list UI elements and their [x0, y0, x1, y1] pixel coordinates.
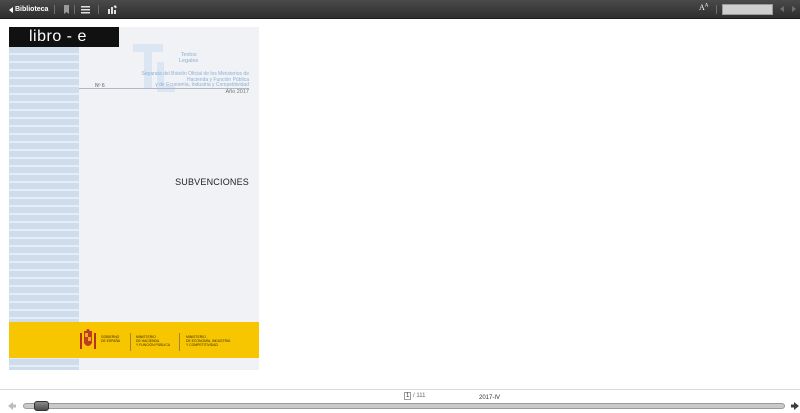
- back-arrow-icon: [9, 6, 13, 13]
- table-of-contents-icon[interactable]: [80, 4, 91, 15]
- government-label: GOBIERNO DE ESPAÑA: [101, 335, 120, 343]
- font-size-button[interactable]: AA: [699, 3, 708, 12]
- cover-subtitle: Separata del Boletín Oficial de los Mini…: [119, 71, 249, 89]
- page-indicator: 1 / 111: [404, 392, 425, 400]
- top-toolbar: Biblioteca AA: [0, 0, 800, 19]
- toolbar-divider: [54, 5, 55, 14]
- chapter-label: 2017-IV: [479, 395, 501, 401]
- page-slider-thumb[interactable]: [34, 401, 50, 411]
- search-input[interactable]: [722, 4, 773, 15]
- toolbar-divider: [716, 5, 717, 14]
- notes-icon[interactable]: [107, 4, 118, 15]
- library-back-label: Biblioteca: [15, 6, 49, 13]
- previous-result-icon[interactable]: [780, 6, 784, 12]
- gov-line2: DE ESPAÑA: [101, 339, 121, 343]
- ministry-hacienda-label: MINISTERIO DE HACIENDA Y FUNCIÓN PÚBLICA: [136, 335, 170, 347]
- font-size-sup: A: [704, 3, 709, 9]
- ministry1-line3: Y FUNCIÓN PÚBLICA: [136, 343, 171, 347]
- collection-title: Textos Legales: [179, 52, 198, 64]
- collection-title-line2: Legales: [179, 58, 199, 64]
- book-cover-page: libro - e Textos Legales Separata del Bo…: [9, 27, 259, 370]
- coat-of-arms-icon: [80, 329, 96, 349]
- bottom-navigation-bar: 1 / 111 2017-IV: [0, 389, 800, 413]
- book-title: SUBVENCIONES: [175, 177, 249, 187]
- total-pages: / 111: [413, 393, 426, 399]
- libro-e-logo: libro - e: [9, 27, 119, 47]
- footer-divider: [130, 333, 131, 351]
- issue-year: Año 2017: [225, 89, 249, 95]
- next-page-icon[interactable]: [790, 401, 800, 411]
- textos-legales-monogram-icon: [133, 44, 175, 92]
- next-result-icon[interactable]: [792, 6, 796, 12]
- toolbar-divider: [74, 5, 75, 14]
- page-slider-track[interactable]: [23, 403, 785, 409]
- current-page-input[interactable]: 1: [404, 392, 412, 400]
- footer-divider: [179, 333, 180, 351]
- previous-page-icon[interactable]: [7, 401, 17, 411]
- ministry2-line3: Y COMPETITIVIDAD: [186, 343, 218, 347]
- ministry-economia-label: MINISTERIO DE ECONOMÍA, INDUSTRIA Y COMP…: [186, 335, 230, 347]
- toolbar-divider: [98, 5, 99, 14]
- bookmark-icon[interactable]: [61, 4, 72, 15]
- library-back-button[interactable]: Biblioteca: [9, 3, 48, 16]
